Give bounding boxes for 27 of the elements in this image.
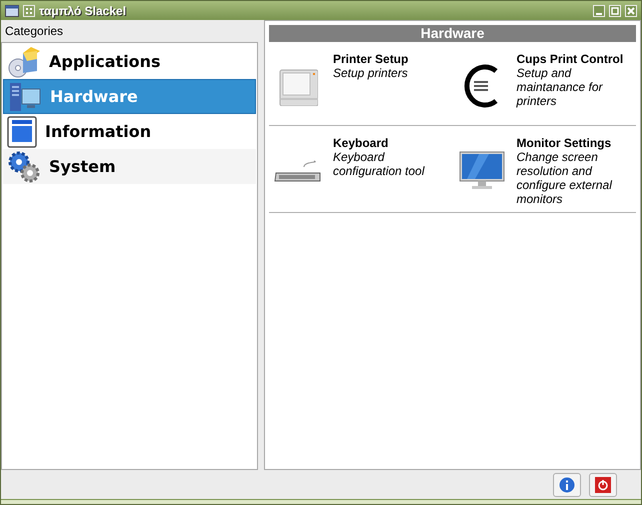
- power-icon: [595, 476, 611, 492]
- close-icon[interactable]: [625, 4, 637, 16]
- computer-icon: [8, 80, 42, 112]
- panel-header: Hardware: [269, 25, 636, 42]
- gears-icon: [7, 150, 41, 184]
- tool-description: Change screen resolution and configure external monitors: [516, 150, 614, 206]
- tool-description: Setup printers: [333, 66, 408, 80]
- tool-name[interactable]: Printer Setup: [333, 52, 408, 66]
- tool-name[interactable]: Monitor Settings: [516, 136, 632, 150]
- document-icon: [7, 116, 37, 148]
- info-button[interactable]: [553, 472, 581, 496]
- categories-label: Categories: [4, 23, 64, 40]
- window-title: ταμπλό Slackel: [39, 2, 128, 20]
- keyboard-icon: [274, 159, 322, 183]
- tool-description: Keyboard configuration tool: [333, 150, 426, 178]
- minimize-icon[interactable]: [593, 4, 605, 16]
- maximize-icon[interactable]: [609, 4, 621, 16]
- monitor-icon: [458, 151, 504, 191]
- tool-description: Setup and maintanance for printers: [516, 66, 604, 108]
- menu-icon[interactable]: [23, 4, 35, 16]
- tool-name[interactable]: Cups Print Control: [516, 52, 632, 66]
- box-disc-icon: [7, 44, 41, 78]
- window-icon: [5, 4, 19, 16]
- power-button[interactable]: [589, 472, 617, 496]
- info-icon: [559, 476, 575, 492]
- tool-name[interactable]: Keyboard: [333, 136, 448, 150]
- category-item[interactable]: System: [3, 149, 256, 184]
